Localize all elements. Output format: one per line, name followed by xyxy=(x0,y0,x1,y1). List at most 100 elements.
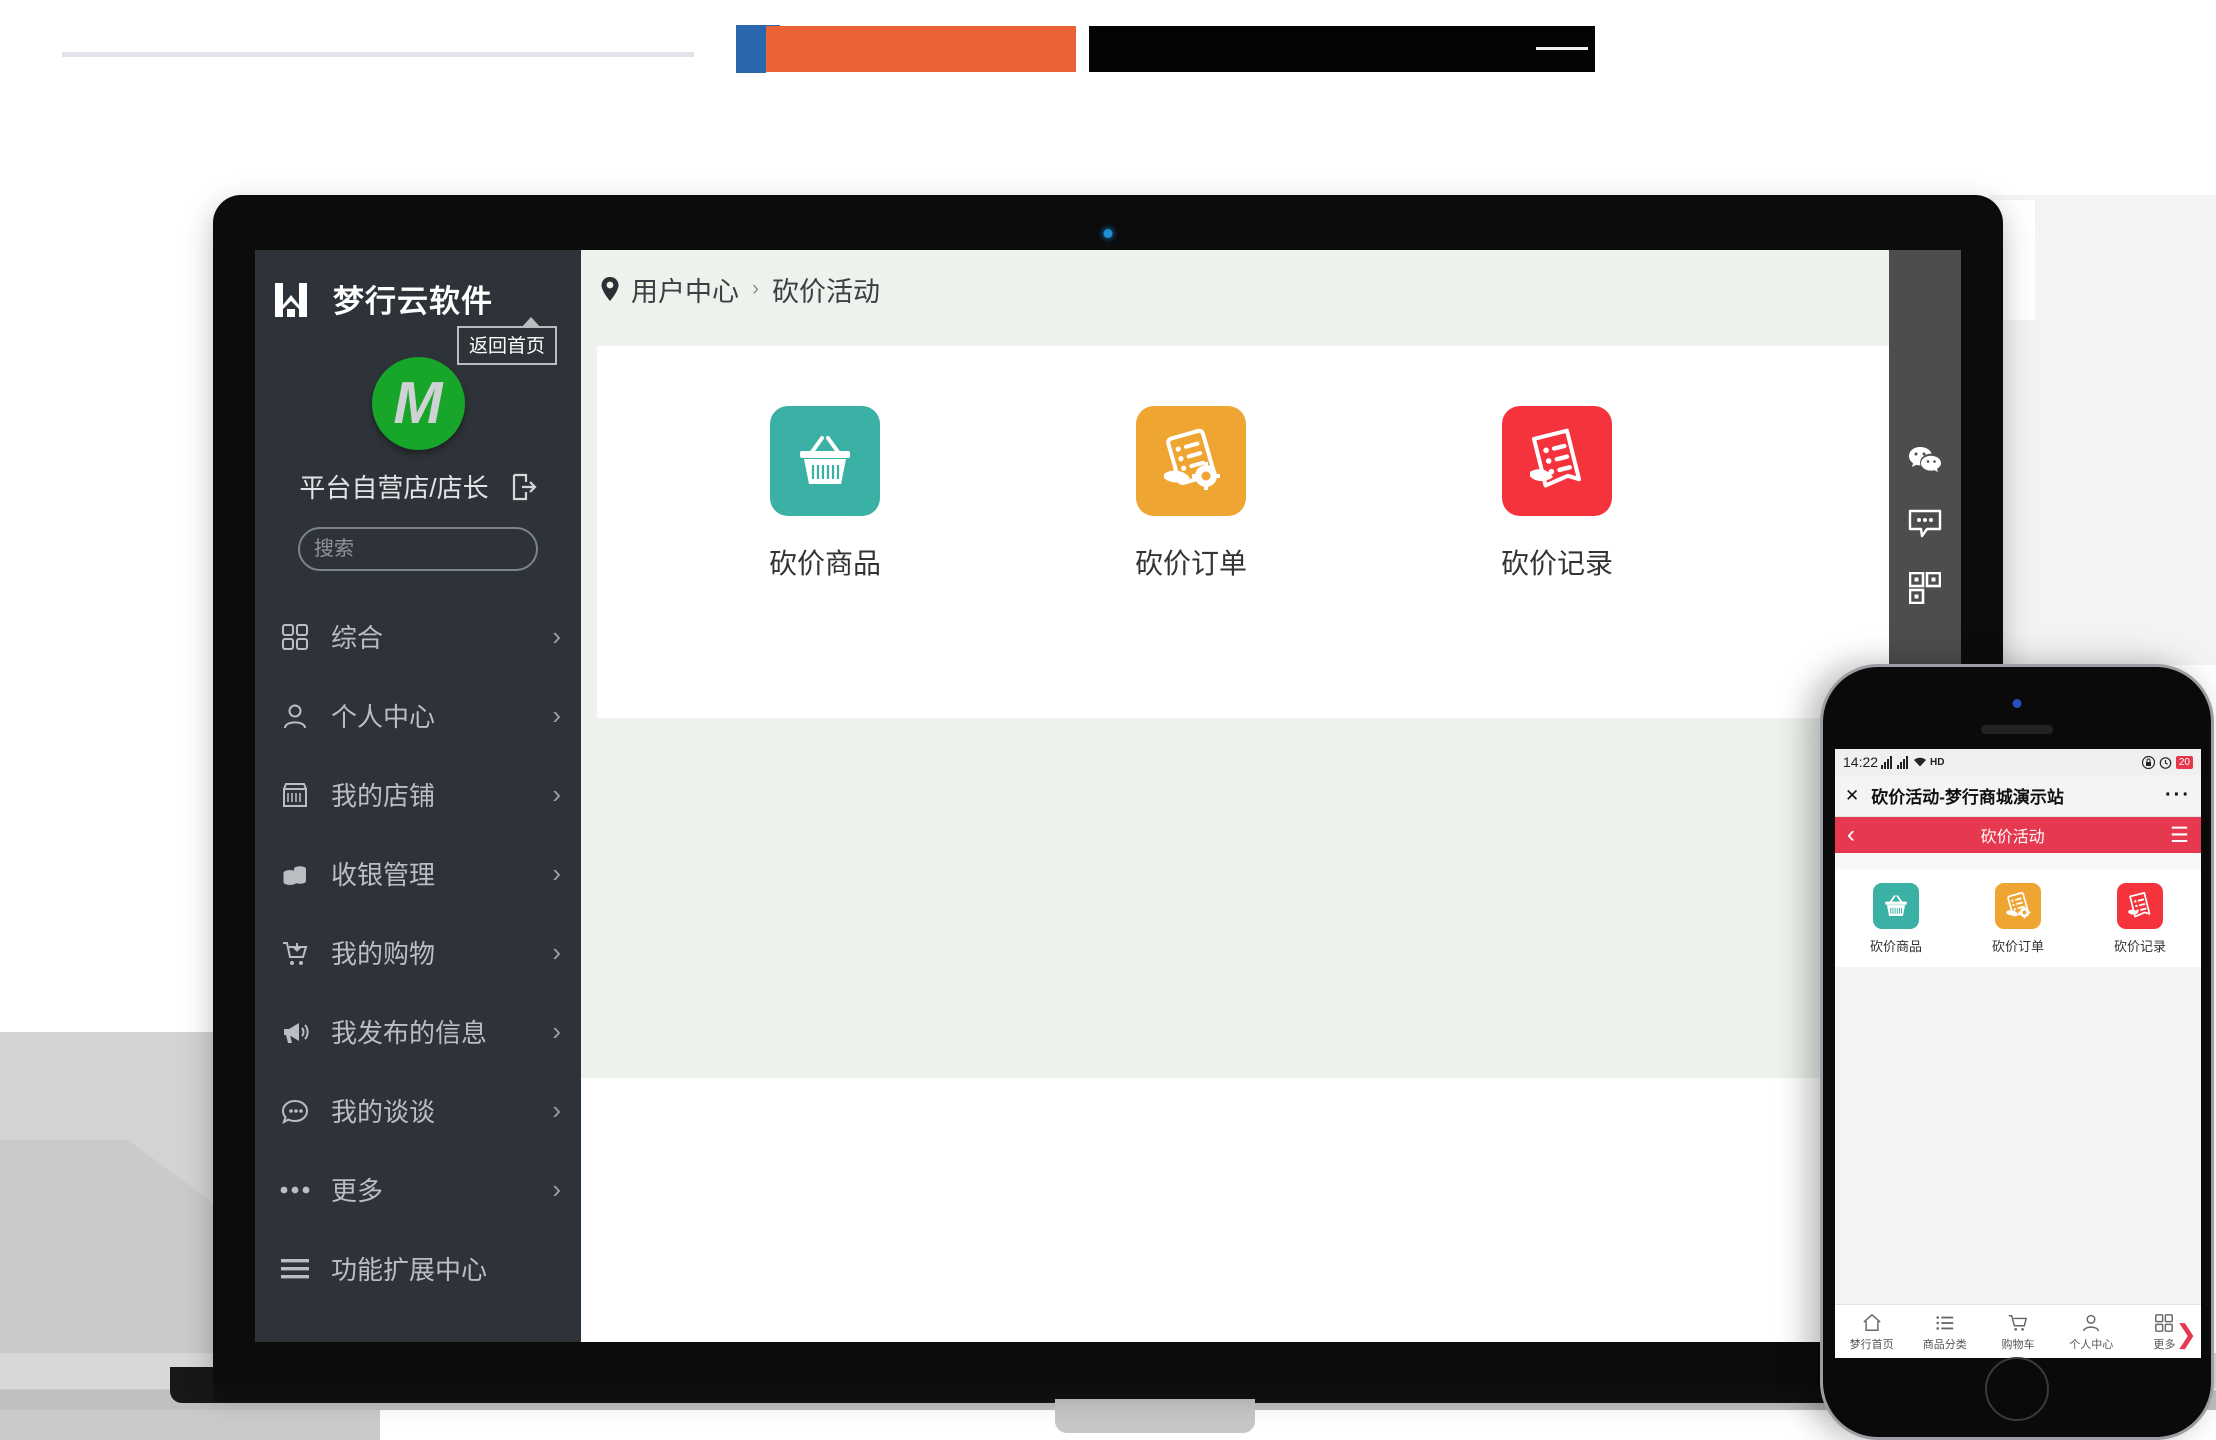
shop-icon xyxy=(279,779,311,811)
search-box[interactable] xyxy=(298,527,579,571)
sidebar-item-label: 收银管理 xyxy=(331,860,436,890)
sidebar-item-zonghe[interactable]: 综合 › xyxy=(255,597,581,676)
sidebar-item-label: 功能扩展中心 xyxy=(331,1255,488,1285)
sidebar-item-wodedianpu[interactable]: 我的店铺 › xyxy=(255,755,581,834)
logout-icon[interactable] xyxy=(511,473,537,501)
chevron-right-icon: › xyxy=(552,937,561,967)
home-icon xyxy=(1835,1312,1908,1334)
hamburger-icon xyxy=(279,1253,311,1285)
phone-nav-label: 个人中心 xyxy=(2069,1338,2114,1351)
avatar[interactable]: M xyxy=(371,357,465,450)
more-icon[interactable]: ··· xyxy=(2165,784,2191,807)
tile-label: 砍价记录 xyxy=(1500,548,1613,579)
invoice-gear-icon xyxy=(1995,883,2041,929)
chevron-right-icon: › xyxy=(552,621,561,651)
phone-nav-label: 商品分类 xyxy=(1922,1338,1967,1351)
phone-nav-home[interactable]: 梦行首页 xyxy=(1835,1312,1908,1352)
phone-tile-kanjia-shangpin[interactable]: 砍价商品 xyxy=(1835,883,1957,955)
brand-name: 梦行云软件 xyxy=(333,284,493,319)
phone-tiles: 砍价商品 砍价订单 砍价记录 xyxy=(1835,869,2201,967)
screenshot-root: 梦行云软件 返回首页 M 平台自营店/店长 搜索 综合 › 个人中心 › 我的店… xyxy=(0,0,2216,1440)
cart-icon xyxy=(1981,1312,2054,1334)
signal-icon-2 xyxy=(1897,755,1909,769)
app-sidebar: 梦行云软件 返回首页 M 平台自营店/店长 搜索 综合 › 个人中心 › 我的店… xyxy=(255,250,581,1342)
phone-nav-cart[interactable]: 购物车 xyxy=(1981,1312,2054,1352)
chat-icon[interactable] xyxy=(1903,502,1947,546)
phone-title-bar: ✕ 砍价活动-梦行商城演示站 ··· xyxy=(1835,775,2201,817)
battery-icon: 20 xyxy=(2175,755,2193,769)
close-icon[interactable]: ✕ xyxy=(1845,786,1859,806)
wechat-icon[interactable] xyxy=(1903,438,1947,482)
phone-nav-title: 砍价活动 xyxy=(1980,829,2045,846)
signal-icon xyxy=(1881,755,1893,769)
phone-nav-bar: ‹ 砍价活动 ☰ xyxy=(1835,817,2201,853)
phone-nav-profile[interactable]: 个人中心 xyxy=(2055,1312,2128,1352)
sidebar-item-wodetantan[interactable]: 我的谈谈 › xyxy=(255,1071,581,1150)
chevron-right-icon: › xyxy=(552,700,561,730)
phone-tile-kanjia-jilu[interactable]: 砍价记录 xyxy=(2079,883,2201,955)
brand-logo[interactable]: 梦行云软件 xyxy=(255,250,581,321)
ellipsis-icon xyxy=(279,1174,311,1206)
tile-kanjia-dingdan[interactable]: 砍价订单 xyxy=(1045,406,1337,718)
sidebar-item-label: 我的店铺 xyxy=(331,781,436,811)
wifi-icon xyxy=(1914,757,1927,767)
tiles-panel: 砍价商品 砍价订单 砍价记录 xyxy=(597,346,1945,718)
phone-screen: 14:22 HD 20 ✕ 砍价活动-梦行商城演示站 ··· ‹ 砍价活动 ☰ … xyxy=(1835,749,2201,1358)
sidebar-item-label: 综合 xyxy=(331,623,384,653)
tile-kanjia-shangpin[interactable]: 砍价商品 xyxy=(679,406,971,718)
phone-nav-label: 梦行首页 xyxy=(1849,1338,1894,1351)
status-time: 14:22 xyxy=(1843,754,1879,770)
banner-dash xyxy=(1536,47,1588,50)
tile-kanjia-jilu[interactable]: 砍价记录 xyxy=(1411,406,1703,718)
phone-home-button[interactable] xyxy=(1985,1357,2049,1421)
qrcode-icon[interactable] xyxy=(1903,566,1947,610)
megaphone-icon xyxy=(279,1016,311,1048)
avatar-letter: M xyxy=(393,370,443,436)
banner-black-block xyxy=(1089,26,1595,72)
search-input[interactable] xyxy=(314,537,579,561)
sidebar-item-wofabudexinxi[interactable]: 我发布的信息 › xyxy=(255,992,581,1071)
phone-tile-kanjia-dingdan[interactable]: 砍价订单 xyxy=(1957,883,2079,955)
phone-nav-category[interactable]: 商品分类 xyxy=(1908,1312,1981,1352)
chevron-right-icon: › xyxy=(552,1016,561,1046)
content-band xyxy=(581,952,1961,1078)
basket-icon xyxy=(1873,883,1919,929)
sidebar-item-label: 我的谈谈 xyxy=(331,1097,436,1127)
menu-icon[interactable]: ☰ xyxy=(2170,823,2189,848)
sidebar-item-wodegouwu[interactable]: 我的购物 › xyxy=(255,913,581,992)
breadcrumb-separator: › xyxy=(752,277,759,300)
cart-icon xyxy=(279,937,311,969)
phone-page-title: 砍价活动-梦行商城演示站 xyxy=(1871,788,2064,807)
user-row: 平台自营店/店长 xyxy=(255,468,581,505)
sidebar-item-shouyinguanli[interactable]: 收银管理 › xyxy=(255,834,581,913)
webcam-icon xyxy=(1103,229,1113,238)
phone-status-bar: 14:22 HD 20 xyxy=(1835,749,2201,775)
chevron-right-icon[interactable]: ❯ xyxy=(2175,1319,2197,1350)
tile-label: 砍价订单 xyxy=(1134,548,1247,579)
back-icon[interactable]: ‹ xyxy=(1847,823,1855,847)
phone-body: 砍价商品 砍价订单 砍价记录 xyxy=(1835,853,2201,967)
banner-orange-block xyxy=(766,26,1076,72)
hd-icon: HD xyxy=(1930,756,1945,768)
app-content: 用户中心 › 砍价活动 砍价商品 砍价订单 砍价记录 xyxy=(581,250,1961,1342)
laptop-screen: 梦行云软件 返回首页 M 平台自营店/店长 搜索 综合 › 个人中心 › 我的店… xyxy=(255,250,1961,1342)
tile-label: 砍价商品 xyxy=(768,548,881,579)
phone-tile-label: 砍价商品 xyxy=(1869,939,1922,954)
phone-nav-label: 购物车 xyxy=(2001,1338,2035,1351)
phone-tile-label: 砍价记录 xyxy=(2113,939,2166,954)
breadcrumb-parent[interactable]: 用户中心 xyxy=(631,270,739,309)
user-name: 平台自营店/店长 xyxy=(299,473,489,503)
sidebar-item-gerenzhongxin[interactable]: 个人中心 › xyxy=(255,676,581,755)
m-logo-icon xyxy=(275,282,307,317)
sidebar-item-gongnengkuozhanzhongxin[interactable]: 功能扩展中心 xyxy=(255,1229,581,1308)
sidebar-item-label: 我的购物 xyxy=(331,939,436,969)
phone-speaker xyxy=(1981,725,2053,734)
sidebar-item-gengduo[interactable]: 更多 › xyxy=(255,1150,581,1229)
list-icon xyxy=(1908,1312,1981,1334)
panel-wrapper: 砍价商品 砍价订单 砍价记录 xyxy=(581,328,1961,952)
chevron-right-icon: › xyxy=(552,1095,561,1125)
back-home-button[interactable]: 返回首页 xyxy=(456,317,557,365)
location-pin-icon xyxy=(601,277,619,301)
phone-bottom-nav: 梦行首页 商品分类 购物车 个人中心 更多 ❯ xyxy=(1835,1304,2201,1358)
invoice-icon xyxy=(1502,406,1612,516)
